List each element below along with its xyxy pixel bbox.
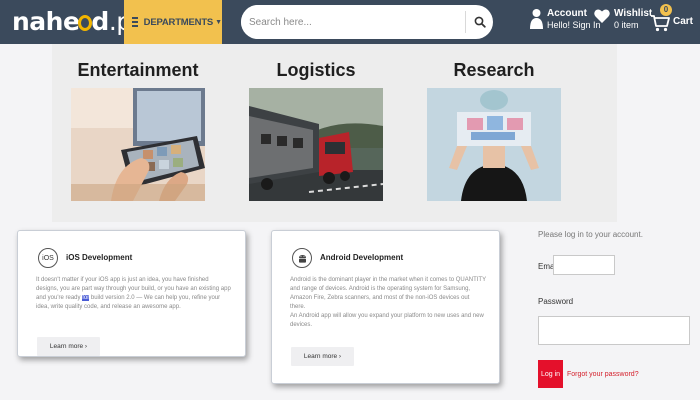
search-icon	[474, 16, 486, 28]
cart-count-badge: 0	[660, 4, 672, 16]
search-input[interactable]	[241, 5, 465, 39]
login-button[interactable]: Log in	[538, 360, 563, 388]
departments-dropdown-panel: Entertainment Logistics Research	[52, 44, 617, 222]
wishlist-title: Wishlist	[614, 8, 653, 19]
card-title: iOS Development	[66, 253, 133, 262]
category-title: Entertainment	[77, 60, 199, 80]
login-form: Please log in to your account. Email Pas…	[520, 222, 700, 400]
departments-label: DEPARTMENTS	[143, 16, 214, 28]
cart-link[interactable]: 0 Cart	[648, 4, 694, 40]
wishlist-count: 0 item	[614, 20, 639, 30]
category-entertainment[interactable]: Entertainment	[71, 58, 205, 201]
search-button[interactable]	[466, 5, 493, 39]
category-title: Research	[453, 60, 535, 80]
heart-icon	[594, 9, 610, 23]
category-title: Logistics	[276, 60, 356, 80]
android-service-card: Android Development Android is the domin…	[271, 230, 500, 384]
account-title: Account	[547, 8, 587, 19]
card-title: Android Development	[320, 253, 404, 262]
password-field[interactable]	[538, 316, 690, 345]
top-header: nahed.pk DEPARTMENTS ▼ Account Hello! Si…	[0, 0, 700, 44]
ios-service-card: iOS iOS Development It doesn't matter if…	[17, 230, 246, 357]
forgot-password-link[interactable]: Forgot your password?	[567, 371, 639, 378]
caret-down-icon: ▼	[215, 18, 222, 26]
search-bar	[241, 5, 493, 39]
wishlist-link[interactable]: Wishlist 0 item	[594, 8, 652, 31]
hamburger-menu-icon	[132, 17, 138, 27]
cart-label: Cart	[673, 16, 694, 27]
departments-menu-button[interactable]: DEPARTMENTS ▼	[124, 0, 222, 44]
ios-icon: iOS	[38, 248, 58, 268]
cart-icon	[651, 15, 670, 32]
account-link[interactable]: Account Hello! Sign In	[530, 8, 601, 31]
login-prompt: Please log in to your account.	[538, 230, 643, 239]
logistics-image	[249, 88, 383, 201]
research-image	[427, 88, 561, 201]
category-logistics[interactable]: Logistics	[249, 58, 383, 201]
android-icon	[292, 248, 312, 268]
category-research[interactable]: Research	[427, 58, 561, 201]
card-body: It doesn't matter if your iOS app is jus…	[36, 277, 231, 310]
entertainment-image	[71, 88, 205, 201]
password-label: Password	[538, 297, 574, 306]
account-subtitle: Hello! Sign In	[547, 20, 601, 30]
learn-more-button[interactable]: Learn more ›	[291, 347, 354, 366]
card-body: Android is the dominant player in the ma…	[290, 277, 486, 328]
user-icon	[530, 9, 543, 29]
learn-more-button[interactable]: Learn more ›	[37, 337, 100, 356]
email-field[interactable]	[553, 255, 615, 275]
